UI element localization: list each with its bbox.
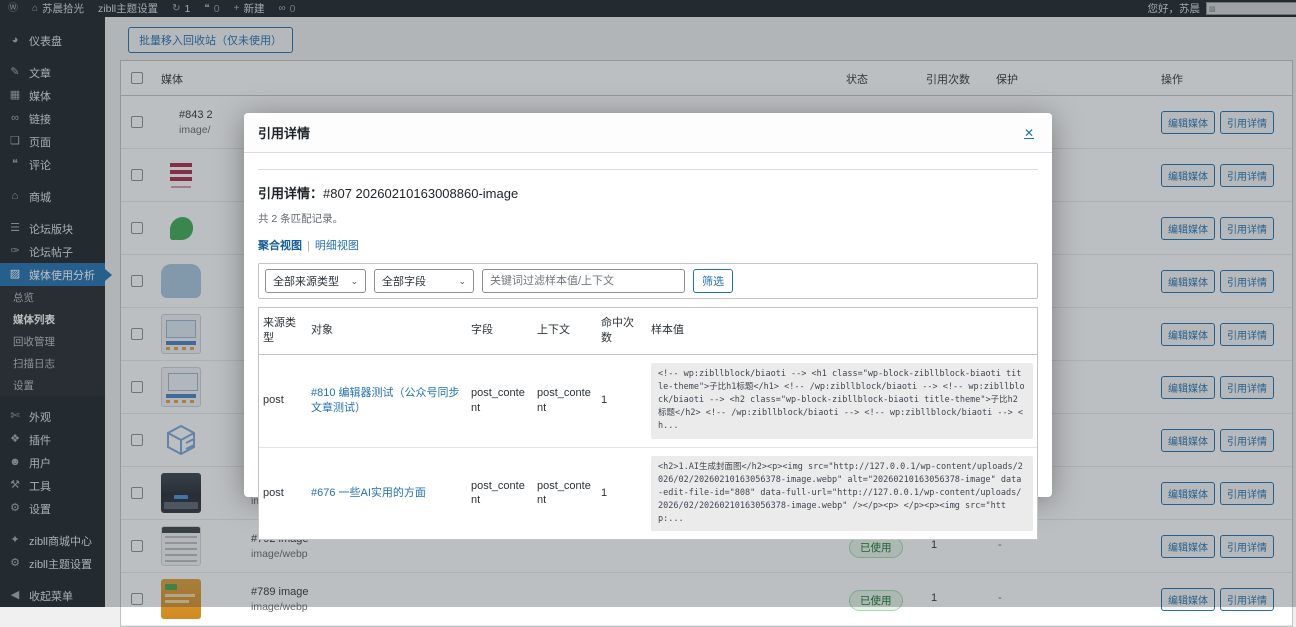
detail-view-link[interactable]: 明细视图 <box>315 240 359 252</box>
source-type-select[interactable]: 全部来源类型 ⌄ <box>265 269 366 293</box>
chevron-down-icon: ⌄ <box>350 276 358 287</box>
ref-context: post_content <box>537 386 593 416</box>
modal-body: 引用详情：#807 20260210163008860-image 共 2 条匹… <box>244 169 1052 540</box>
divider <box>258 169 1038 170</box>
ref-col-object: 对象 <box>311 323 463 338</box>
match-summary: 共 2 条匹配记录。 <box>258 211 1038 226</box>
ref-sample-value: <h2>1.AI生成封面图</h2><p><img src="http://12… <box>651 456 1033 532</box>
ref-hits: 1 <box>601 393 643 408</box>
ref-sample-value: <!-- wp:zibllblock/biaoti --> <h1 class=… <box>651 363 1033 439</box>
ref-col-hits: 命中次数 <box>601 316 643 346</box>
reference-table-header: 来源类型 对象 字段 上下文 命中次数 样本值 <box>259 308 1037 355</box>
filter-submit-button[interactable]: 筛选 <box>693 269 733 293</box>
ref-col-sample: 样本值 <box>651 323 1033 338</box>
reference-heading-label: 引用详情： <box>258 186 323 201</box>
ref-field: post_content <box>471 479 529 509</box>
reference-row: post #810 编辑器测试（公众号同步文章测试） post_content pos… <box>259 355 1037 447</box>
reference-row: post #676 一些AI实用的方面 post_content post_conte… <box>259 447 1037 540</box>
reference-heading: 引用详情：#807 20260210163008860-image <box>258 183 1038 202</box>
chevron-down-icon: ⌄ <box>458 276 466 287</box>
field-select-value: 全部字段 <box>382 273 426 289</box>
reference-details-modal: 引用详情 ✕ 引用详情：#807 20260210163008860-image… <box>244 113 1052 497</box>
view-separator: | <box>307 240 310 252</box>
ref-object-link[interactable]: #676 一些AI实用的方面 <box>311 486 463 501</box>
ref-context: post_content <box>537 479 593 509</box>
ref-source-type: post <box>263 486 303 501</box>
reference-heading-value: #807 20260210163008860-image <box>323 186 518 201</box>
filter-bar: 全部来源类型 ⌄ 全部字段 ⌄ 筛选 <box>258 263 1038 299</box>
close-icon[interactable]: ✕ <box>1024 126 1034 140</box>
modal-header: 引用详情 ✕ <box>244 113 1052 153</box>
ref-col-context: 上下文 <box>537 323 593 338</box>
reference-table: 来源类型 对象 字段 上下文 命中次数 样本值 post #810 编辑器测试（公… <box>258 307 1038 540</box>
aggregate-view-link[interactable]: 聚合视图 <box>258 240 302 252</box>
source-type-select-value: 全部来源类型 <box>273 273 339 289</box>
ref-source-type: post <box>263 393 303 408</box>
field-select[interactable]: 全部字段 ⌄ <box>374 269 474 293</box>
modal-title: 引用详情 <box>258 123 310 142</box>
ref-hits: 1 <box>601 486 643 501</box>
view-switcher: 聚合视图 | 明细视图 <box>258 237 1038 253</box>
ref-col-field: 字段 <box>471 323 529 338</box>
keyword-filter-input[interactable] <box>482 269 685 293</box>
ref-object-link[interactable]: #810 编辑器测试（公众号同步文章测试） <box>311 386 463 416</box>
ref-field: post_content <box>471 386 529 416</box>
ref-col-source-type: 来源类型 <box>263 316 303 346</box>
